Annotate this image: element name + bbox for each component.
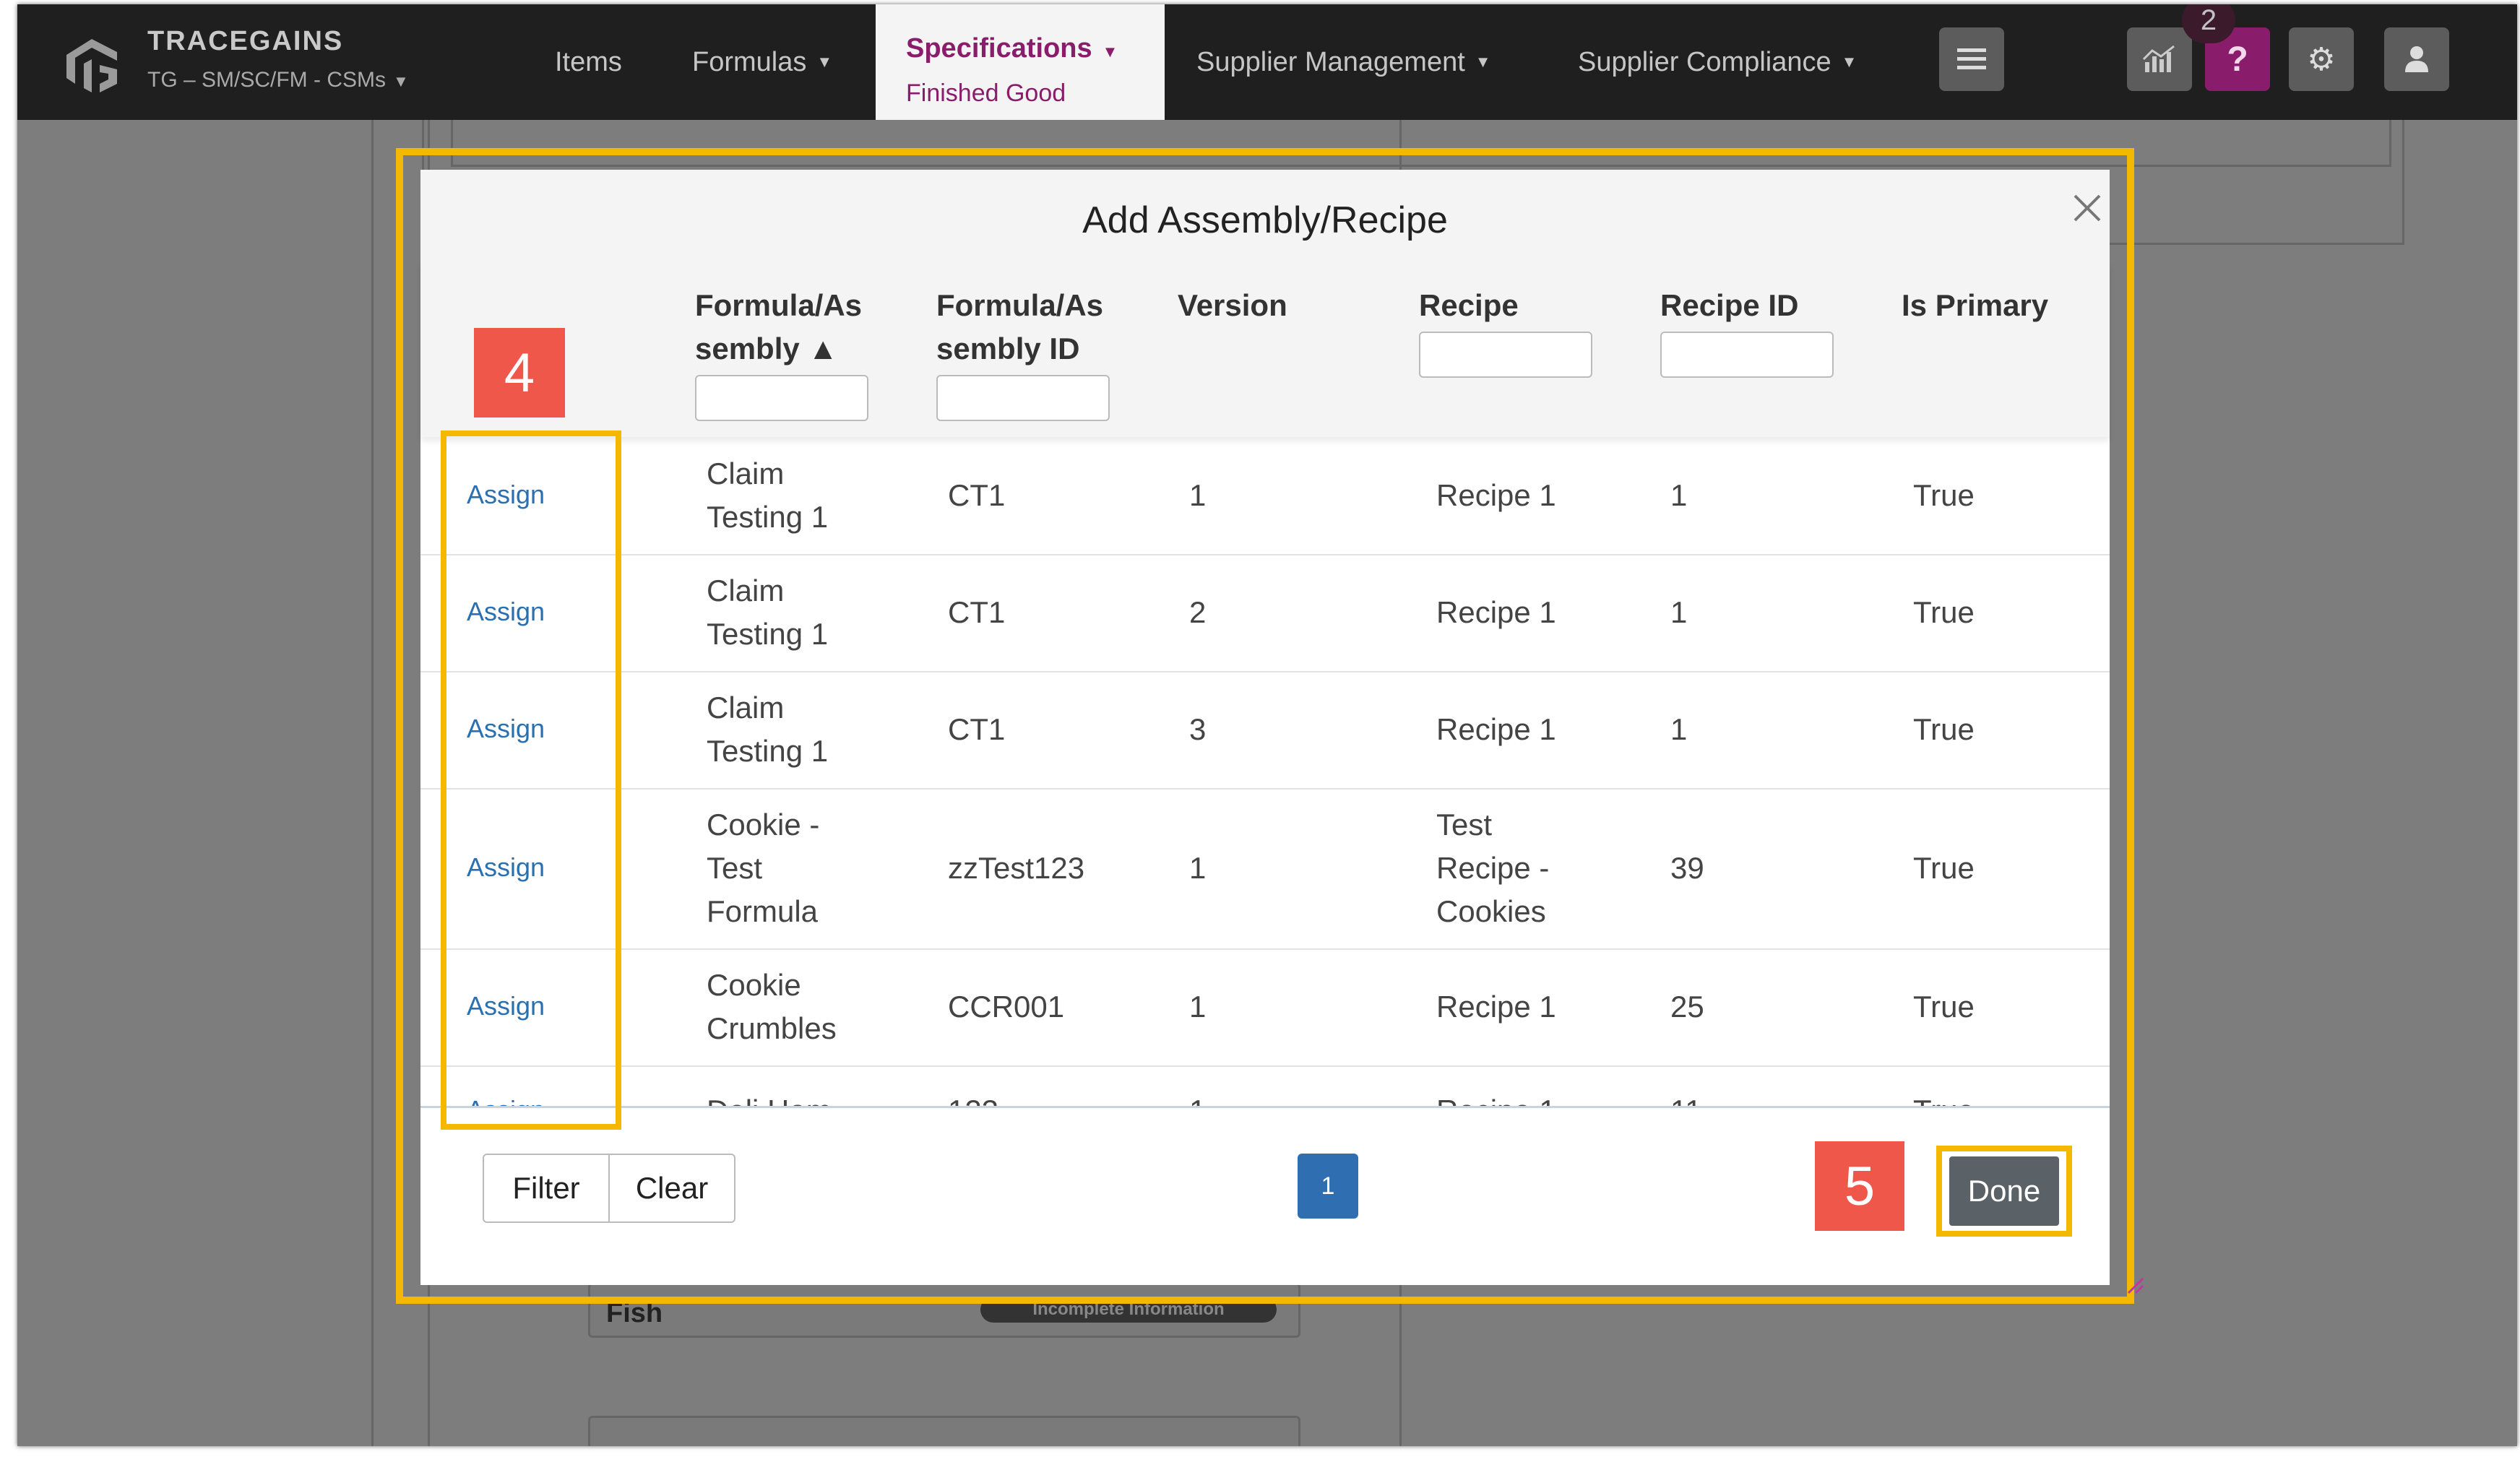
chevron-down-icon: ▼: [1475, 53, 1491, 71]
background-row-2: [588, 1416, 1300, 1446]
nav-supplier-compliance-label: Supplier Compliance: [1578, 46, 1831, 77]
nav-supplier-management-label: Supplier Management: [1196, 46, 1465, 77]
resize-handle-icon[interactable]: [2126, 1276, 2144, 1294]
gear-icon: ⚙: [2307, 41, 2336, 77]
analytics-chart-icon: [2142, 45, 2175, 72]
nav-specifications[interactable]: Specifications ▼ Finished Good: [876, 4, 1165, 120]
nav-specifications-sub: Finished Good: [906, 79, 1066, 107]
nav-items-label: Items: [555, 46, 622, 77]
assign-column-highlight: [441, 431, 621, 1130]
user-icon: [2405, 46, 2428, 72]
app-window: TRACEGAINS TG – SM/SC/FM - CSMs ▼ Items F…: [17, 4, 2517, 1446]
brand-name: TRACEGAINS: [147, 26, 344, 56]
modal-highlight-outline: [396, 148, 2134, 1304]
done-button[interactable]: Done: [1949, 1156, 2059, 1226]
chevron-down-icon: ▼: [1841, 53, 1857, 71]
analytics-button[interactable]: [2127, 27, 2192, 91]
user-button[interactable]: [2384, 27, 2449, 91]
chevron-down-icon: ▼: [1102, 43, 1118, 61]
nav-supplier-management[interactable]: Supplier Management ▼: [1196, 4, 1491, 120]
org-label: TG – SM/SC/FM - CSMs: [147, 68, 386, 92]
step-callout-4: 4: [474, 328, 565, 418]
hamburger-menu-button[interactable]: [1939, 27, 2004, 91]
step-callout-5: 5: [1815, 1141, 1904, 1231]
nav-formulas[interactable]: Formulas ▼: [692, 4, 832, 120]
nav-items[interactable]: Items: [555, 4, 622, 120]
nav-formulas-label: Formulas: [692, 46, 807, 77]
org-selector[interactable]: TG – SM/SC/FM - CSMs ▼: [147, 68, 409, 92]
nav-specifications-label: Specifications: [906, 33, 1092, 64]
settings-button[interactable]: ⚙: [2289, 27, 2354, 91]
hamburger-menu-icon: [1957, 48, 1986, 69]
notification-badge: 2: [2182, 4, 2235, 43]
nav-supplier-compliance[interactable]: Supplier Compliance ▼: [1578, 4, 1857, 120]
top-navigation-bar: TRACEGAINS TG – SM/SC/FM - CSMs ▼ Items F…: [17, 4, 2517, 120]
chevron-down-icon: ▼: [393, 72, 409, 90]
question-mark-icon: ?: [2227, 40, 2248, 79]
tracegains-logo-icon: [66, 39, 117, 92]
chevron-down-icon: ▼: [816, 53, 833, 71]
